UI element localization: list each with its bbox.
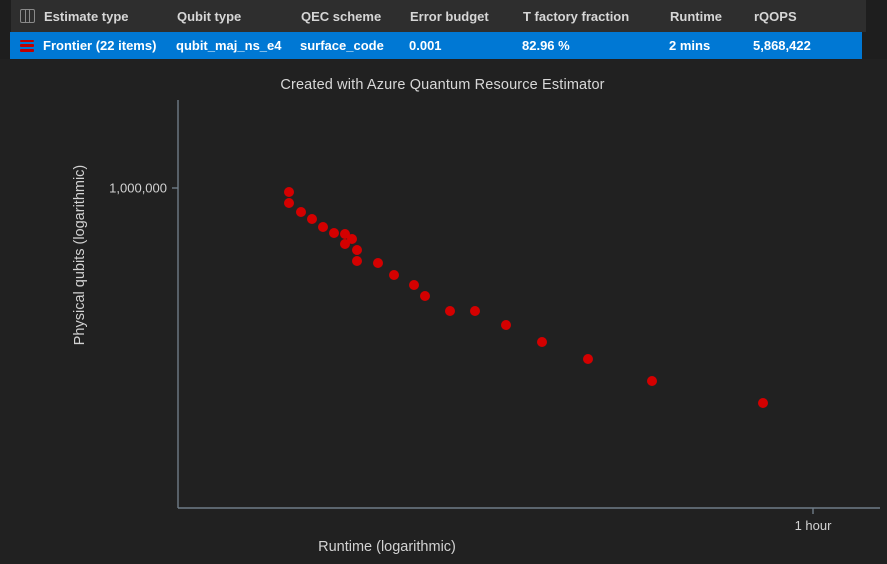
data-point[interactable] xyxy=(409,280,419,290)
data-point[interactable] xyxy=(307,214,317,224)
table-row[interactable]: Frontier (22 items) qubit_maj_ns_e4 surf… xyxy=(10,32,862,59)
cell-qubit-type: qubit_maj_ns_e4 xyxy=(176,38,282,53)
plot-axes xyxy=(177,100,880,509)
x-axis-title: Runtime (logarithmic) xyxy=(318,539,456,555)
y-axis-title: Physical qubits (logarithmic) xyxy=(72,165,88,346)
column-header-runtime[interactable]: Runtime xyxy=(670,9,754,24)
axis-ticks: 1,000,000 1 hour xyxy=(109,181,832,534)
data-point[interactable] xyxy=(352,256,362,266)
data-point[interactable] xyxy=(647,376,657,386)
data-point[interactable] xyxy=(296,207,306,217)
chart-panel: Created with Azure Quantum Resource Esti… xyxy=(0,59,887,564)
data-point[interactable] xyxy=(501,320,511,330)
data-point[interactable] xyxy=(284,198,294,208)
cell-error-budget: 0.001 xyxy=(409,38,442,53)
data-point[interactable] xyxy=(420,291,430,301)
data-point[interactable] xyxy=(352,245,362,255)
column-header-qubit-type[interactable]: Qubit type xyxy=(177,9,301,24)
cell-t-factory-fraction: 82.96 % xyxy=(522,38,570,53)
data-point[interactable] xyxy=(758,398,768,408)
column-header-t-factory-fraction[interactable]: T factory fraction xyxy=(523,9,670,24)
estimates-table[interactable]: Estimate type Qubit type QEC scheme Erro… xyxy=(10,0,866,59)
scatter-plot[interactable]: 1,000,000 1 hour Runtime (logarithmic) Ph… xyxy=(0,59,887,564)
y-tick-label: 1,000,000 xyxy=(109,181,167,196)
data-point[interactable] xyxy=(389,270,399,280)
data-point[interactable] xyxy=(470,306,480,316)
cell-runtime: 2 mins xyxy=(669,38,711,53)
data-point[interactable] xyxy=(445,306,455,316)
table-header-row: Estimate type Qubit type QEC scheme Erro… xyxy=(11,0,866,32)
x-tick-label: 1 hour xyxy=(795,518,833,533)
data-point[interactable] xyxy=(537,337,547,347)
cell-qec-scheme: surface_code xyxy=(300,38,384,53)
columns-icon xyxy=(20,9,35,23)
column-header-qec-scheme[interactable]: QEC scheme xyxy=(301,9,410,24)
column-header-error-budget[interactable]: Error budget xyxy=(410,9,523,24)
legend-icon xyxy=(19,39,34,52)
row-legend-handle[interactable] xyxy=(10,39,43,52)
columns-toggle-button[interactable] xyxy=(11,9,44,23)
column-header-rqops[interactable]: rQOPS xyxy=(754,9,854,24)
data-point[interactable] xyxy=(284,187,294,197)
cell-rqops: 5,868,422 xyxy=(753,38,811,53)
data-point[interactable] xyxy=(583,354,593,364)
data-point[interactable] xyxy=(347,234,357,244)
data-points[interactable] xyxy=(284,187,768,408)
cell-estimate-type: Frontier (22 items) xyxy=(43,38,157,53)
data-point[interactable] xyxy=(318,222,328,232)
data-point[interactable] xyxy=(373,258,383,268)
data-point[interactable] xyxy=(329,228,339,238)
column-header-estimate-type[interactable]: Estimate type xyxy=(44,9,177,24)
